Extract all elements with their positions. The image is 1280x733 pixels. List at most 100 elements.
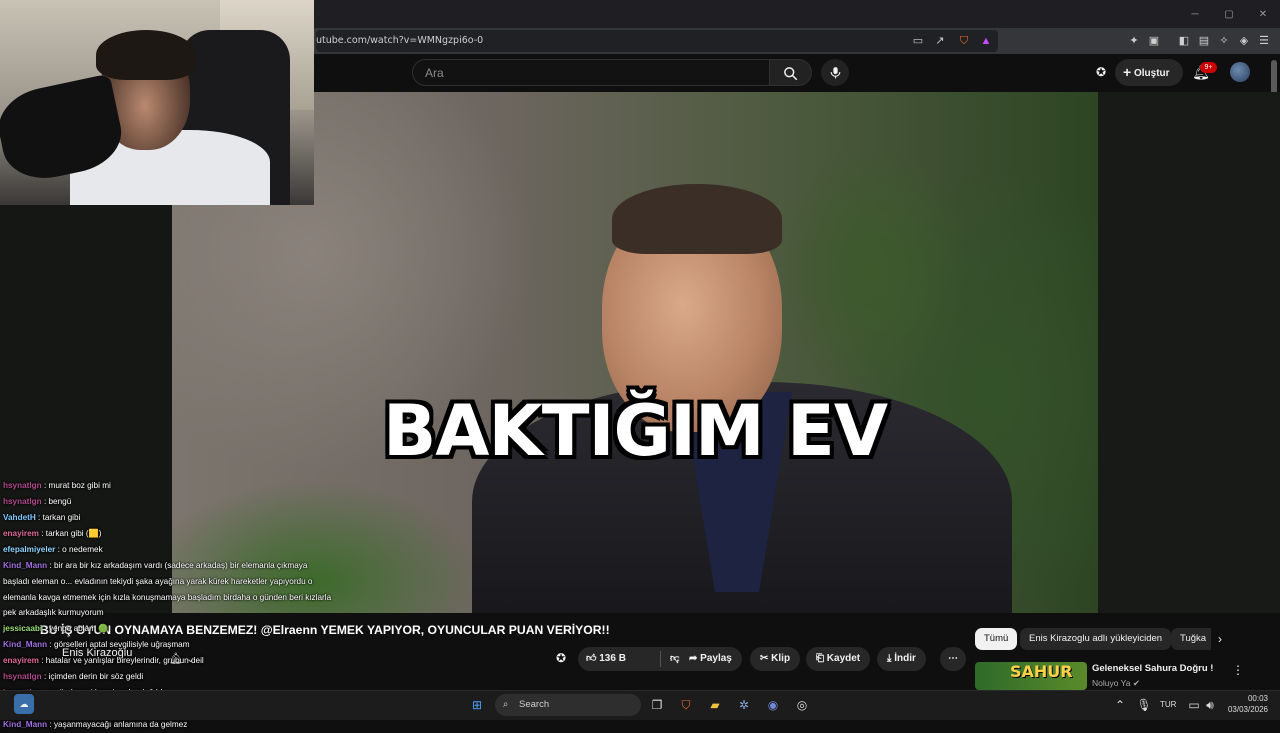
chip-tugkan[interactable]: Tuğka xyxy=(1171,628,1211,650)
chat-text: : görselleri aptal sevgilisiyle uğraşmam xyxy=(47,640,190,650)
video-caption-overlay: BAKTIĞIM EV xyxy=(382,390,888,472)
share-icon: ➦ xyxy=(689,653,698,664)
verified-icon: ✔ xyxy=(1132,678,1140,688)
chat-username: Kind_Mann xyxy=(3,720,48,730)
taskbar-time[interactable]: 00:03 xyxy=(1222,694,1268,703)
voice-search-button[interactable] xyxy=(821,59,849,86)
menu-icon[interactable]: ☰ xyxy=(1256,33,1272,49)
like-button[interactable]: 👍︎ 136 B xyxy=(586,647,626,671)
create-label: Oluştur xyxy=(1133,68,1170,79)
right-dark-panel xyxy=(1098,92,1280,613)
chat-message: efepalmiyeler : o nedemek xyxy=(3,542,333,558)
discord-icon[interactable]: ◉ xyxy=(763,695,783,715)
extension-badge-icon[interactable]: ✪ xyxy=(556,651,566,665)
recommendation-channel[interactable]: Noluyo Ya ✔ xyxy=(1092,678,1140,689)
chat-username: hsynatlgn xyxy=(3,672,42,682)
share-button[interactable]: ➦ Paylaş xyxy=(679,647,742,671)
more-actions-button[interactable]: ⋯ xyxy=(940,647,966,671)
taskbar-date[interactable]: 03/03/2026 xyxy=(1216,705,1268,714)
sidebar-icon[interactable]: ◧ xyxy=(1176,33,1192,49)
recommendation-channel-name: Noluyo Ya xyxy=(1092,678,1131,688)
chat-text: : murat boz gibi mi xyxy=(41,481,111,490)
clip-button[interactable]: ✂ Klip xyxy=(750,647,801,671)
plus-icon: + xyxy=(1123,64,1132,80)
webcam-person-hair xyxy=(96,30,196,80)
taskbar-search[interactable]: ⌕ Search xyxy=(495,694,641,716)
stream-chat-overlay: hsynatlgn : murat boz gibi mi hsynatlgn :… xyxy=(3,478,333,729)
chat-message: Kind_Mann : görselleri aptal sevgilisiyl… xyxy=(3,637,333,653)
microphone-tray-icon[interactable]: 🎙︎ xyxy=(1134,695,1154,715)
chat-username: enayirem xyxy=(3,656,39,666)
account-avatar[interactable] xyxy=(1230,62,1250,82)
taskbar-search-label: Search xyxy=(519,699,550,710)
chat-username: jessicaabi xyxy=(3,624,43,634)
weather-widget-icon[interactable]: ☁ xyxy=(14,694,34,714)
scissors-icon: ✂ xyxy=(760,653,769,664)
wallet-icon[interactable]: ▤ xyxy=(1196,33,1212,49)
thumbs-up-icon: 👍︎ xyxy=(586,653,597,664)
cast-icon[interactable]: ▭ xyxy=(910,33,926,49)
chat-username: hsynatlgn xyxy=(3,497,42,506)
thumbnail-text: SAHUR xyxy=(1010,662,1073,681)
ellipsis-icon: ⋯ xyxy=(948,653,958,664)
chat-text: : yaşanmayacağı anlamına da gelmez xyxy=(47,720,188,730)
recommendation-title[interactable]: Geleneksel Sahura Doğru ! xyxy=(1092,663,1213,674)
chat-message: jessicaabi : yenge ablam 🟢 xyxy=(3,621,333,637)
steam-icon[interactable]: ◎ xyxy=(792,695,812,715)
save-label: Kaydet xyxy=(826,653,861,664)
download-icon: ⤓ xyxy=(887,653,892,664)
minimize-icon[interactable]: ─ xyxy=(1178,9,1212,20)
download-button[interactable]: ⤓ İndir xyxy=(877,647,926,671)
brave-browser-icon[interactable]: ⛉ xyxy=(676,695,696,715)
chat-text: : o nedemek xyxy=(55,545,103,554)
chat-username: VahdetH xyxy=(3,513,36,522)
create-button[interactable]: + Oluştur xyxy=(1115,59,1183,86)
file-explorer-icon[interactable]: ▰ xyxy=(705,695,725,715)
chat-username: Kind_Mann xyxy=(3,561,48,570)
task-view-icon[interactable]: ❐ xyxy=(647,695,667,715)
chat-text: : tarkan gibi (🟨) xyxy=(38,529,102,538)
chat-message: enayirem : tarkan gibi (🟨) xyxy=(3,526,333,542)
share-page-icon[interactable]: ↗ xyxy=(932,33,948,49)
download-label: İndir xyxy=(894,653,916,664)
window-controls: ─ ▢ ✕ xyxy=(1178,0,1280,28)
kebab-menu-icon[interactable]: ⋮ xyxy=(1232,663,1244,677)
chat-text: : yenge ablam 🟢 xyxy=(42,624,109,634)
address-bar[interactable]: utube.com/watch?v=WMNgzpi6o-0 xyxy=(316,30,998,52)
chat-text: : hatalar ve yanlışlar bireylerindir, gr… xyxy=(38,656,204,666)
chip-uploader[interactable]: Enis Kirazoglu adlı yükleyiciden xyxy=(1020,628,1172,650)
chat-text: : bir ara bir kız arkadaşım vardı (sadec… xyxy=(3,561,332,618)
save-button[interactable]: ⎗ Kaydet xyxy=(806,647,871,671)
chat-message: hsynatlgn : murat boz gibi mi xyxy=(3,478,333,494)
notification-badge: 9+ xyxy=(1200,62,1217,73)
like-count: 136 B xyxy=(599,653,626,664)
search-input[interactable]: Ara xyxy=(412,59,770,86)
chat-message: VahdetH : tarkan gibi xyxy=(3,510,333,526)
search-button[interactable] xyxy=(770,59,812,86)
windows-start-icon[interactable]: ⊞ xyxy=(467,695,487,715)
close-icon[interactable]: ✕ xyxy=(1246,9,1280,20)
chat-username: efepalmiyeler xyxy=(3,545,56,554)
language-indicator[interactable]: TUR xyxy=(1160,700,1176,709)
clip-label: Klip xyxy=(771,653,791,664)
microphone-icon xyxy=(830,67,840,79)
brave-shield-icon[interactable]: ⛉ xyxy=(956,33,972,49)
chat-message: hsynatlgn : bengü xyxy=(3,494,333,510)
chat-message: enayirem : hatalar ve yanlışlar bireyler… xyxy=(3,653,333,669)
extension-icon[interactable]: ✪ xyxy=(1093,64,1109,80)
search-icon: ⌕ xyxy=(503,699,509,710)
extensions-icon[interactable]: ✦ xyxy=(1126,33,1142,49)
maximize-icon[interactable]: ▢ xyxy=(1212,9,1246,20)
tab-icon[interactable]: ▣ xyxy=(1146,33,1162,49)
search-icon xyxy=(784,67,798,81)
leo-ai-icon[interactable]: ✧ xyxy=(1216,33,1232,49)
brave-rewards-icon[interactable]: ▲ xyxy=(978,33,994,49)
chat-text: : bengü xyxy=(41,497,72,506)
chip-all[interactable]: Tümü xyxy=(975,628,1018,650)
vpn-icon[interactable]: ◈ xyxy=(1236,33,1252,49)
chevron-up-icon[interactable]: ⌃ xyxy=(1110,695,1130,715)
chat-username: enayirem xyxy=(3,529,39,538)
settings-app-icon[interactable]: ✲ xyxy=(734,695,754,715)
chevron-right-icon[interactable]: › xyxy=(1218,632,1222,646)
like-separator xyxy=(660,651,661,667)
